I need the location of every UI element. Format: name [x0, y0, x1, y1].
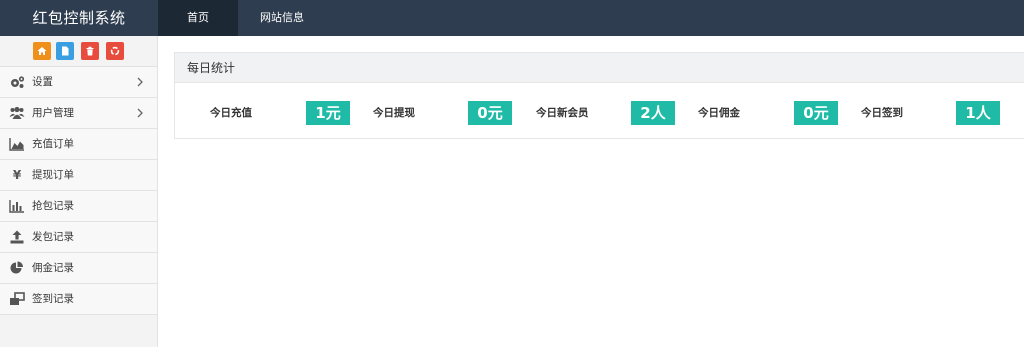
sidebar-item-label: 提现订单	[32, 169, 74, 181]
gears-icon	[9, 75, 25, 89]
trash-shortcut-button[interactable]	[81, 42, 99, 60]
stat-value-checkin: 1人	[956, 101, 1000, 125]
sidebar-item-label: 签到记录	[32, 293, 74, 305]
sidebar-item-checkin-records[interactable]: 签到记录	[0, 284, 157, 315]
sidebar-item-label: 抢包记录	[32, 200, 74, 212]
area-chart-icon	[9, 137, 25, 151]
home-icon	[37, 47, 47, 55]
top-navbar: 红包控制系统 首页 网站信息	[0, 0, 1024, 36]
sidebar-item-recharge-orders[interactable]: 充值订单	[0, 129, 157, 160]
document-shortcut-button[interactable]	[56, 42, 74, 60]
pie-chart-icon	[9, 261, 25, 275]
sidebar-item-label: 发包记录	[32, 231, 74, 243]
sidebar-item-label: 充值订单	[32, 138, 74, 150]
sidebar-item-grab-records[interactable]: 抢包记录	[0, 191, 157, 222]
recycle-shortcut-button[interactable]	[106, 42, 124, 60]
chevron-right-icon	[137, 77, 143, 87]
document-icon	[62, 46, 69, 56]
sidebar-item-label: 佣金记录	[32, 262, 74, 274]
recycle-icon	[110, 46, 120, 56]
stat-value-new-members: 2人	[631, 101, 675, 125]
sidebar-item-label: 用户管理	[32, 107, 74, 119]
sidebar-item-withdraw-orders[interactable]: ¥ 提现订单	[0, 160, 157, 191]
users-icon	[9, 106, 25, 120]
tab-site-info[interactable]: 网站信息	[246, 0, 318, 36]
tab-home[interactable]: 首页	[158, 0, 238, 36]
shortcut-bar	[0, 36, 157, 67]
daily-stats-panel: 每日统计 今日充值 1元 今日提现 0元 今日新会员 2人 今日佣金 0元 今日…	[174, 52, 1024, 139]
stat-label-new-members: 今日新会员	[536, 107, 589, 119]
stat-label-commission: 今日佣金	[698, 107, 740, 119]
home-shortcut-button[interactable]	[33, 42, 51, 60]
upload-icon	[9, 230, 25, 244]
sidebar-item-commission-records[interactable]: 佣金记录	[0, 253, 157, 284]
windows-icon	[9, 292, 25, 306]
panel-title: 每日统计	[175, 53, 1024, 83]
sidebar-item-user-management[interactable]: 用户管理	[0, 98, 157, 129]
stat-label-checkin: 今日签到	[861, 107, 903, 119]
trash-icon	[86, 46, 94, 56]
sidebar-item-send-records[interactable]: 发包记录	[0, 222, 157, 253]
chevron-right-icon	[137, 108, 143, 118]
bar-chart-icon	[9, 199, 25, 213]
stat-label-recharge: 今日充值	[210, 107, 252, 119]
stat-value-recharge: 1元	[306, 101, 350, 125]
stat-label-withdraw: 今日提现	[373, 107, 415, 119]
app-title[interactable]: 红包控制系统	[0, 0, 158, 36]
sidebar-item-label: 设置	[32, 76, 53, 88]
yen-icon: ¥	[12, 168, 22, 182]
stat-value-commission: 0元	[794, 101, 838, 125]
sidebar-item-settings[interactable]: 设置	[0, 67, 157, 98]
sidebar: 设置 用户管理 充值订单 ¥ 提现订单 抢包记录 发包记录 佣金记录 签到记录	[0, 36, 158, 347]
stat-value-withdraw: 0元	[468, 101, 512, 125]
